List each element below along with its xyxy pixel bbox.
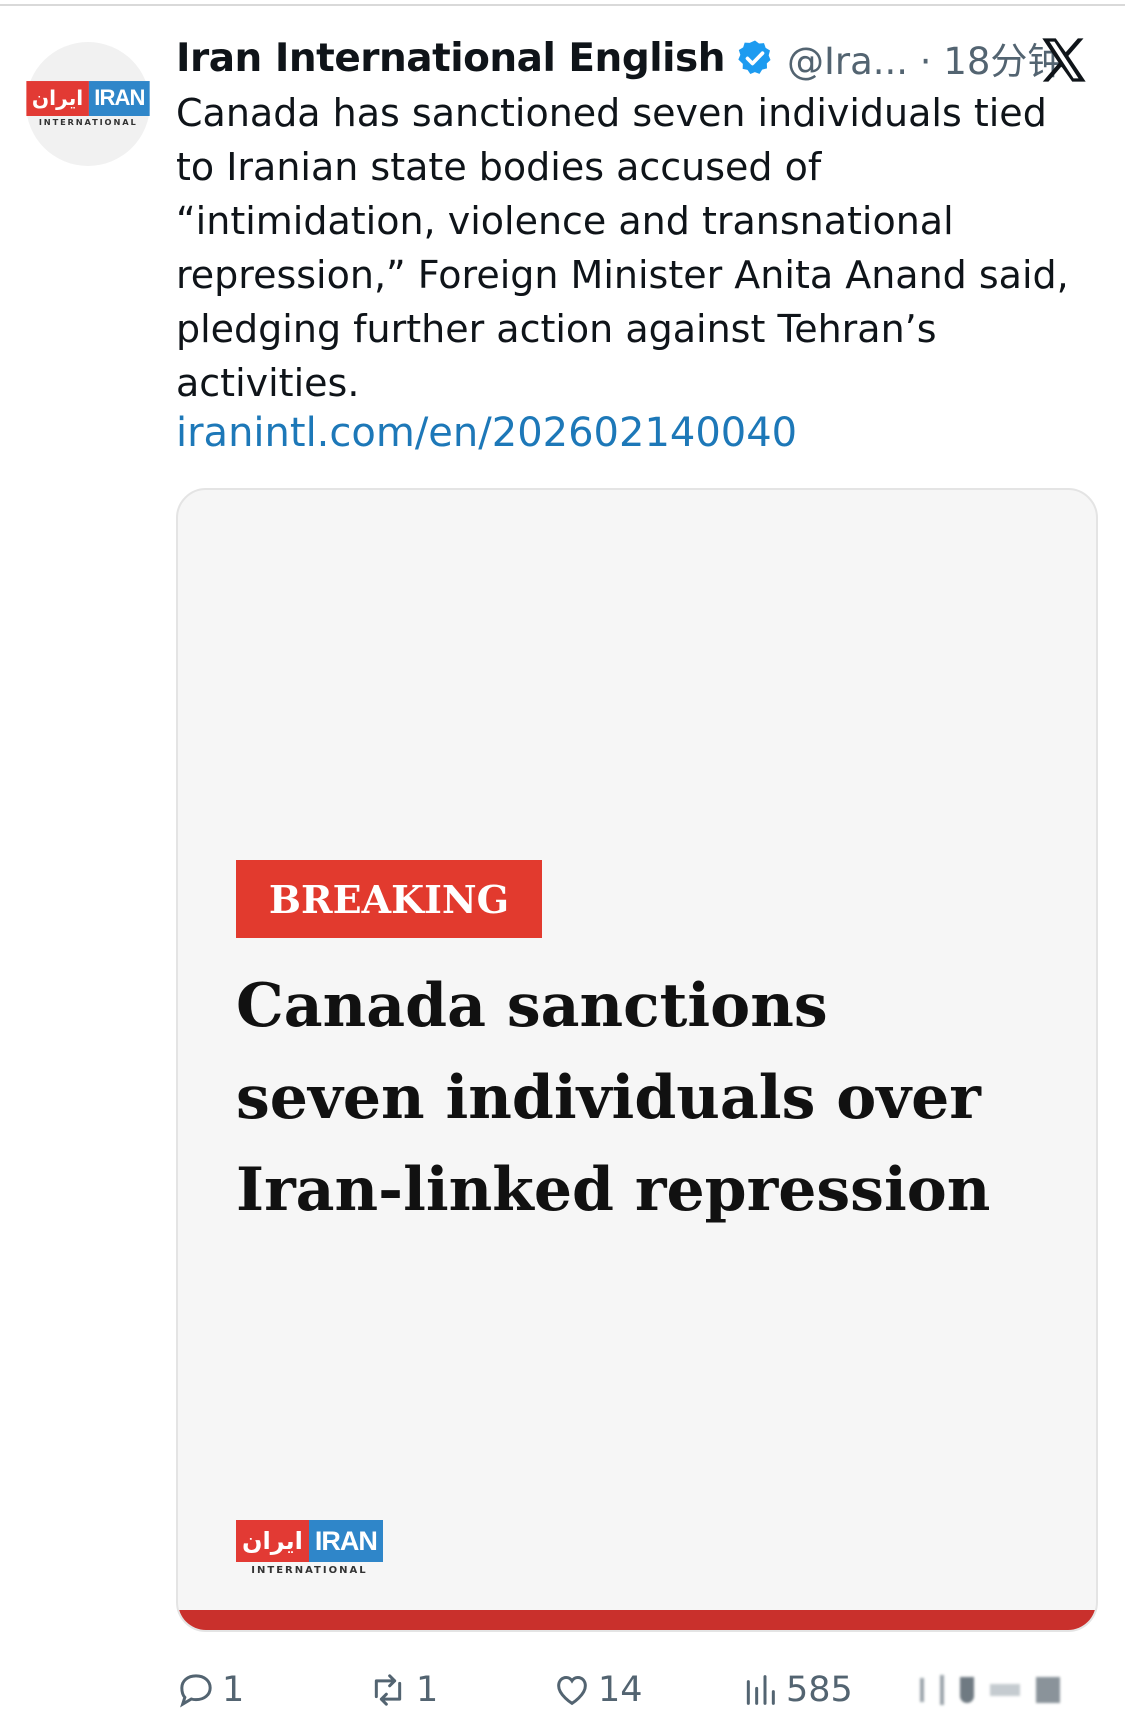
card-headline: Canada sanctions seven individuals over …: [236, 971, 991, 1225]
blurred-mark: [990, 1684, 1020, 1696]
link-preview-card[interactable]: BREAKING Canada sanctions seven individu…: [176, 488, 1098, 1632]
article-link[interactable]: iranintl.com/en/202602140040: [176, 410, 797, 456]
verified-badge-icon: [738, 40, 771, 74]
reply-button[interactable]: 1: [176, 1662, 244, 1718]
card-logo-subtitle: INTERNATIONAL: [251, 1565, 368, 1576]
card-logo-iran-text: IRAN: [308, 1520, 383, 1562]
top-divider: [0, 4, 1125, 6]
avatar[interactable]: ایران IRAN INTERNATIONAL: [26, 42, 150, 166]
logo-subtitle: INTERNATIONAL: [38, 118, 138, 128]
blurred-mark: [920, 1678, 924, 1702]
breaking-tag: BREAKING: [236, 860, 542, 938]
tweet-header: Iran International English @Ira... · 18分…: [176, 28, 1106, 88]
author-name[interactable]: Iran International English: [176, 36, 725, 81]
views-icon: [746, 1675, 775, 1705]
views-button[interactable]: 585: [740, 1662, 853, 1718]
blurred-mark: [960, 1677, 974, 1703]
card-logo: ایران IRAN INTERNATIONAL: [236, 1520, 383, 1576]
blurred-mark: [940, 1675, 944, 1705]
views-count: 585: [786, 1670, 853, 1710]
blurred-extra-actions: [920, 1670, 1110, 1710]
x-logo-icon[interactable]: [1038, 34, 1090, 86]
card-bottom-bar: [178, 1610, 1096, 1630]
logo-iran-text: IRAN: [88, 80, 150, 116]
reply-icon: [180, 1674, 212, 1708]
repost-icon: [374, 1674, 402, 1706]
like-button[interactable]: 14: [552, 1662, 643, 1718]
repost-button[interactable]: 1: [366, 1662, 438, 1718]
handle-and-time[interactable]: @Ira... · 18分钟: [787, 31, 1064, 85]
like-count: 14: [598, 1670, 643, 1710]
blurred-mark: [1036, 1677, 1060, 1703]
card-logo-persian-text: ایران: [236, 1520, 309, 1562]
repost-count: 1: [416, 1670, 439, 1710]
reply-count: 1: [222, 1670, 245, 1710]
tweet-text: Canada has sanctioned seven individuals …: [176, 91, 1069, 405]
logo-persian-text: ایران: [26, 80, 89, 116]
iran-international-logo: ایران IRAN INTERNATIONAL: [26, 80, 150, 128]
like-icon: [557, 1675, 587, 1706]
